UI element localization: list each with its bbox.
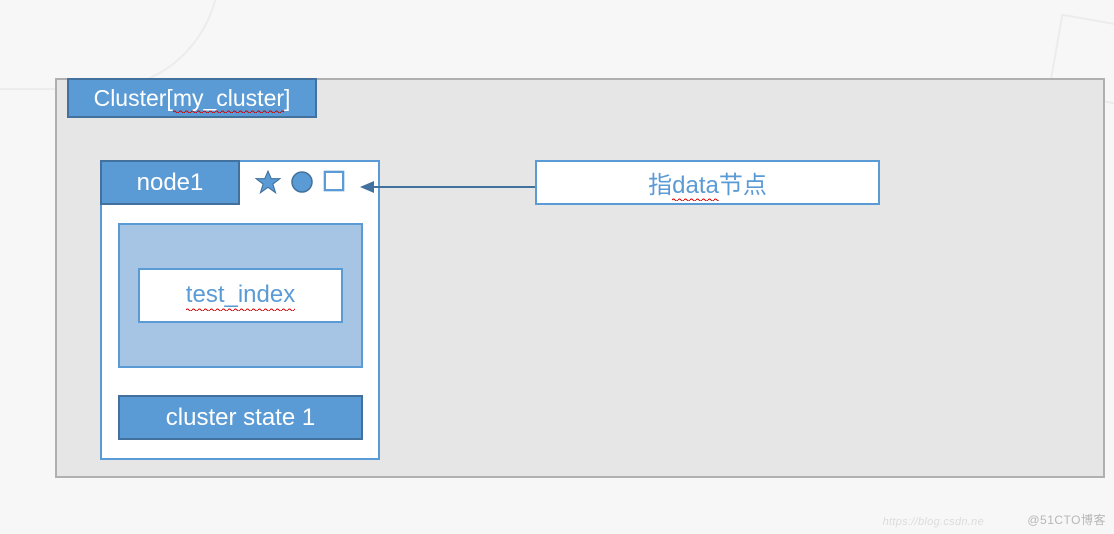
cluster-title-text: Cluster[my_cluster] xyxy=(94,85,291,112)
square-icon xyxy=(323,170,345,192)
cluster-title-tab: Cluster[my_cluster] xyxy=(67,78,317,118)
node-title-text: node1 xyxy=(137,169,204,197)
arrow-left-icon xyxy=(360,178,535,196)
node-title-tab: node1 xyxy=(100,160,240,205)
watermark-faint: https://blog.csdn.ne xyxy=(883,516,984,528)
watermark-main: @51CTO博客 xyxy=(1027,511,1106,528)
callout-underlined: data xyxy=(672,172,719,201)
cluster-name: my_cluster xyxy=(173,85,284,113)
index-name: test_index xyxy=(186,281,295,311)
callout-box: 指data节点 xyxy=(535,160,880,205)
index-inner-box: test_index xyxy=(138,268,343,323)
index-box: test_index xyxy=(118,223,363,368)
background-decoration xyxy=(0,0,220,90)
diagram-canvas: Cluster[my_cluster] node1 指data节点 test_i… xyxy=(0,0,1114,534)
star-icon xyxy=(255,170,281,196)
cluster-state-text: cluster state 1 xyxy=(166,404,315,432)
callout-text: 指data节点 xyxy=(648,165,767,200)
circle-icon xyxy=(290,170,314,194)
cluster-state-box: cluster state 1 xyxy=(118,395,363,440)
